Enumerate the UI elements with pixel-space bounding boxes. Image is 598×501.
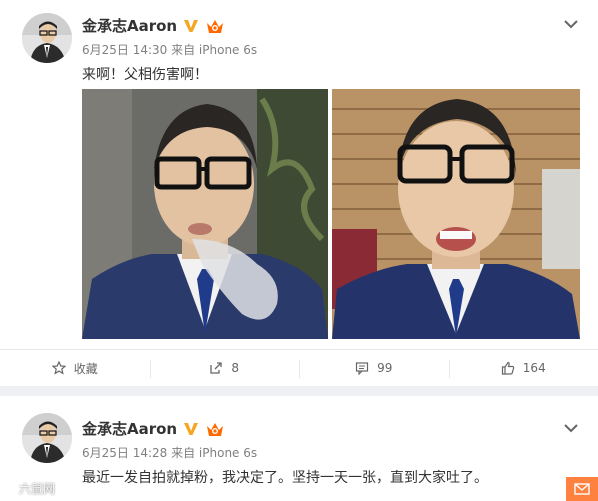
post-meta: 6月25日 14:30 来自 iPhone 6s [82,43,258,57]
verified-v-icon [183,421,199,437]
action-bar: 收藏 8 99 164 [0,349,598,386]
like-count: 164 [522,361,546,375]
comment-button[interactable]: 99 [299,350,449,386]
comment-icon [356,362,369,375]
vip-member-icon[interactable] [205,17,225,35]
avatar[interactable] [22,413,72,463]
repost-icon [210,362,223,374]
verified-v-icon [183,18,199,34]
mail-icon [574,483,590,495]
post-text: 最近一发自拍就掉粉，我决定了。坚持一天一张，直到大家吐了。 [82,470,488,486]
chevron-down-icon[interactable] [564,14,578,29]
chevron-down-icon[interactable] [564,418,578,433]
post-text: 来啊！父相伤害啊！ [82,67,208,83]
watermark-text: 六鼠网 [19,482,56,496]
weibo-post: 金承志Aaron 6月25日 14:30 来自 iPhone 6s 来啊！父相伤… [0,0,598,386]
avatar[interactable] [22,13,72,63]
thumbs-up-icon [501,361,515,375]
vip-member-icon[interactable] [205,420,225,438]
comment-count: 99 [377,361,393,375]
watermark: 六鼠网 [2,480,55,497]
like-button[interactable]: 164 [448,350,598,386]
repost-button[interactable]: 8 [149,350,300,386]
username[interactable]: 金承志Aaron [82,15,177,36]
post-photo-right[interactable] [332,89,580,339]
message-button[interactable] [566,477,598,501]
favorite-label: 收藏 [73,361,98,376]
star-icon [51,361,66,375]
post-meta: 6月25日 14:28 来自 iPhone 6s [82,446,258,460]
weibo-post: 金承志Aaron 6月25日 14:28 来自 iPhone 6s 最近一发自拍… [0,396,598,501]
post-photo-left[interactable] [82,89,328,339]
favorite-button[interactable]: 收藏 [0,350,150,386]
watermark-logo-icon [2,484,16,495]
repost-count: 8 [231,361,240,375]
username[interactable]: 金承志Aaron [82,418,177,439]
